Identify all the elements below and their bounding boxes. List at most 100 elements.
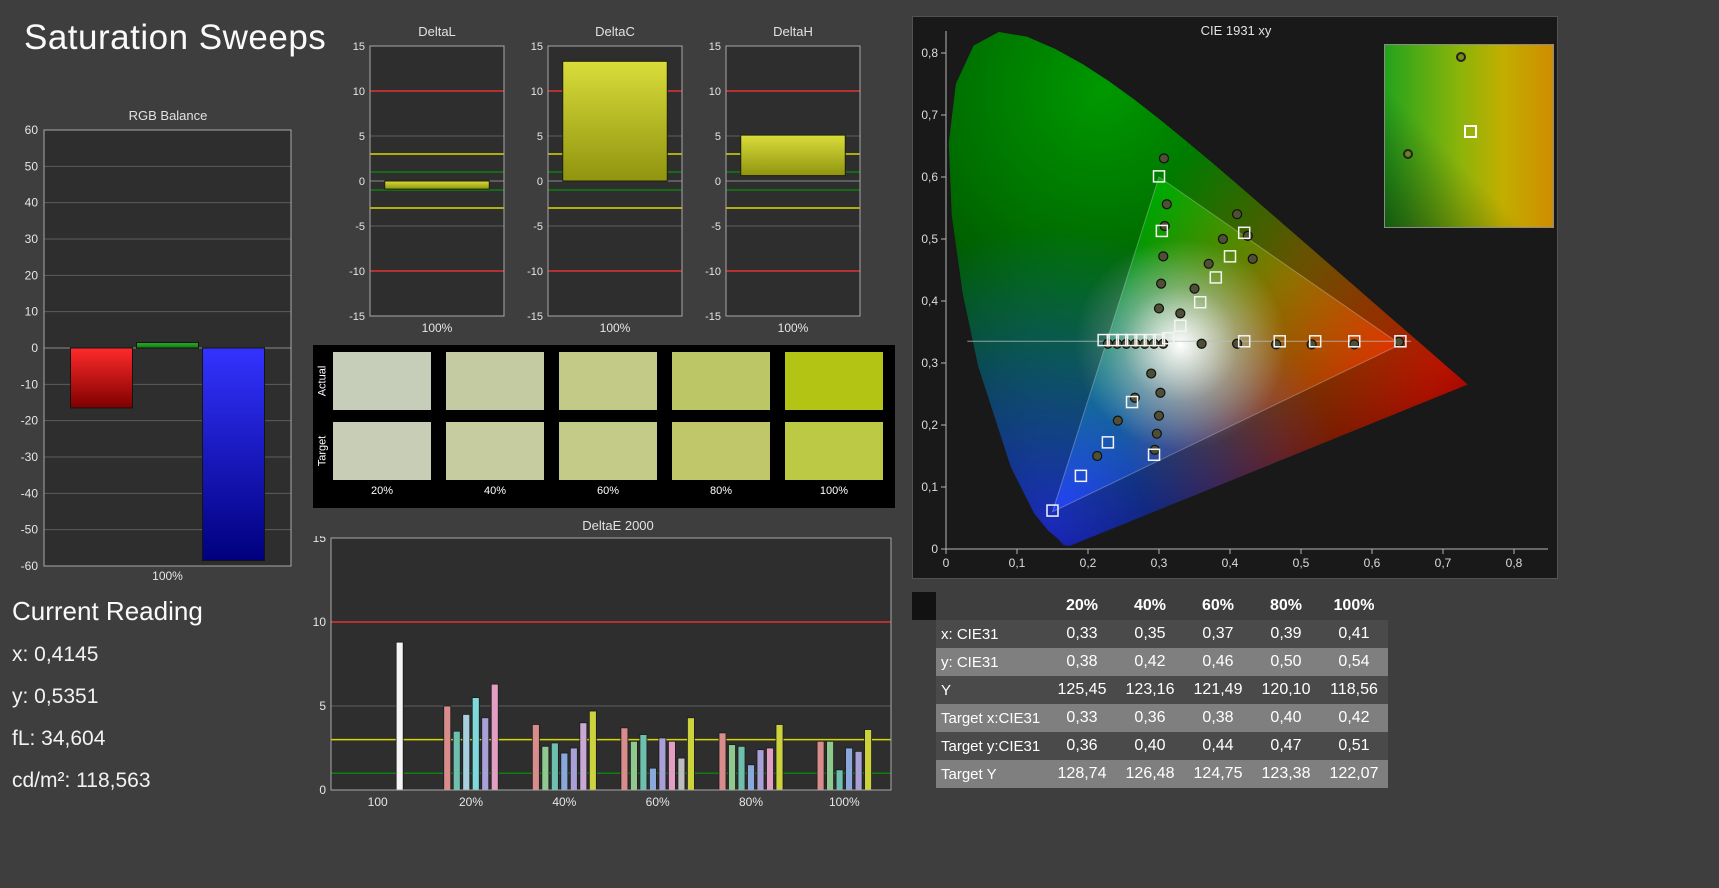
table-label-header <box>936 592 1048 620</box>
y-tick-label: 0,6 <box>921 170 938 184</box>
y-tick-label: -15 <box>705 311 721 323</box>
y-tick-label: -10 <box>21 377 39 391</box>
measured-point <box>1151 428 1162 439</box>
y-tick-label: 0,4 <box>921 294 938 308</box>
y-tick-label: 10 <box>531 86 543 98</box>
x-tick-label: 100 <box>368 795 388 809</box>
x-axis-label: 100% <box>422 321 453 335</box>
inset-measured-point <box>1455 52 1466 63</box>
rgb-balance-plot: -60 -50 -40 -30 -20 -10 0 10 20 30 40 50 60 100% <box>21 123 292 583</box>
measured-point <box>1175 308 1186 319</box>
deltae-bar <box>826 740 834 791</box>
table-cell: 0,38 <box>1048 648 1116 676</box>
x-tick-label: 60% <box>646 795 670 809</box>
measured-point <box>1146 368 1157 379</box>
y-tick-label: 15 <box>531 41 543 53</box>
deltae-bar <box>854 750 863 791</box>
table-col-header: 20% <box>1065 597 1099 614</box>
deltae-bar <box>775 724 784 791</box>
table-col-header: 80% <box>1269 597 1303 614</box>
table-cell: 0,51 <box>1320 732 1388 760</box>
deltae-bar <box>747 764 755 791</box>
deltae-bar <box>630 740 638 791</box>
y-tick-label: -5 <box>533 221 543 233</box>
measured-point <box>1155 387 1166 398</box>
table-cell: 0,36 <box>1048 732 1116 760</box>
deltaL-chart: DeltaL 15 10 5 0 -5 -10 -15 100% <box>337 24 507 340</box>
table-cell: 0,40 <box>1252 704 1320 732</box>
table-cell: 118,56 <box>1320 676 1388 704</box>
table-row-label: y: CIE31 <box>936 648 1048 676</box>
table-corner <box>912 592 936 620</box>
deltae-bar <box>835 769 844 791</box>
deltae-bar <box>658 737 667 791</box>
table-cell: 123,16 <box>1116 676 1184 704</box>
deltae-bar <box>490 683 499 791</box>
table-row-label: Target Y <box>936 760 1048 788</box>
target-swatch-80% <box>672 422 770 480</box>
table-cell: 0,38 <box>1184 704 1252 732</box>
y-tick-label: 15 <box>709 41 721 53</box>
table-row-spacer <box>912 732 936 760</box>
current-reading-title: Current Reading <box>12 596 203 626</box>
table-cell: 120,10 <box>1252 676 1320 704</box>
rgb-balance-chart: RGB Balance -60 -50 -40 -30 -20 -10 0 10 20 30 40 5… <box>8 106 298 592</box>
y-tick-label: 50 <box>25 159 39 173</box>
deltae-bar <box>677 757 686 791</box>
table-cell: 0,39 <box>1252 620 1320 648</box>
deltae-bar <box>462 713 471 791</box>
x-axis-label: 100% <box>600 321 631 335</box>
delta-bar <box>740 134 846 177</box>
y-tick-label: 0 <box>931 542 938 556</box>
y-tick-label: 0 <box>537 176 543 188</box>
table-row-label: Target y:CIE31 <box>936 732 1048 760</box>
table-cell: 0,40 <box>1116 732 1184 760</box>
deltae-bar <box>864 729 872 791</box>
table-cell: 122,07 <box>1320 760 1388 788</box>
y-tick-label: -15 <box>349 311 365 323</box>
table-cell: 0,54 <box>1320 648 1388 676</box>
delta-bar <box>562 60 668 182</box>
x-tick-label: 0 <box>943 556 950 570</box>
swatch-row-label: Actual <box>316 365 329 397</box>
page-title: Saturation Sweeps <box>24 18 327 57</box>
table-cell: 126,48 <box>1116 760 1184 788</box>
measured-point <box>1232 209 1243 220</box>
x-tick-label: 0,7 <box>1435 556 1452 570</box>
actual-swatch-60% <box>559 352 657 410</box>
table-row-spacer <box>912 648 936 676</box>
deltae2000-plot: 0 5 10 15 100 20% 40% 60% 80% 100% <box>313 536 892 809</box>
deltae-bar <box>569 747 578 791</box>
deltae-bar <box>756 749 765 791</box>
measured-point <box>1217 233 1228 245</box>
cie-1931-title: CIE 1931 xy <box>1200 23 1272 38</box>
deltae-bar <box>531 724 540 791</box>
measured-point <box>1158 251 1169 262</box>
table-row-spacer <box>912 620 936 648</box>
deltae-bar <box>550 742 559 791</box>
deltae-bar <box>816 740 825 791</box>
swatch-col-label: 20% <box>370 485 394 497</box>
deltae-bar <box>395 641 404 791</box>
actual-swatch-80% <box>672 352 770 410</box>
swatch-row-label-box: Actual <box>315 352 329 410</box>
y-tick-label: -40 <box>21 486 39 500</box>
table-cell: 0,41 <box>1320 620 1388 648</box>
swatch-col-label: 40% <box>483 485 507 497</box>
x-tick-label: 0,5 <box>1293 556 1310 570</box>
reading-x: x: 0,4145 <box>12 643 99 666</box>
table-cell: 121,49 <box>1184 676 1252 704</box>
swatch-comparison: Actual Target 20% 40% 60% 80% 100% <box>313 345 895 508</box>
y-tick-label: -10 <box>527 266 543 278</box>
deltae-bar <box>620 727 629 791</box>
deltaH-title: DeltaH <box>773 24 813 39</box>
x-tick-label: 0,2 <box>1080 556 1097 570</box>
y-tick-label: -10 <box>705 266 721 278</box>
y-tick-label: 0,2 <box>921 418 938 432</box>
y-tick-label: -50 <box>21 523 39 537</box>
y-tick-label: 0 <box>319 783 326 797</box>
y-tick-label: 0,8 <box>921 46 938 60</box>
deltae-bar <box>718 732 727 791</box>
y-tick-label: 0,5 <box>921 232 938 246</box>
table-cell: 123,38 <box>1252 760 1320 788</box>
